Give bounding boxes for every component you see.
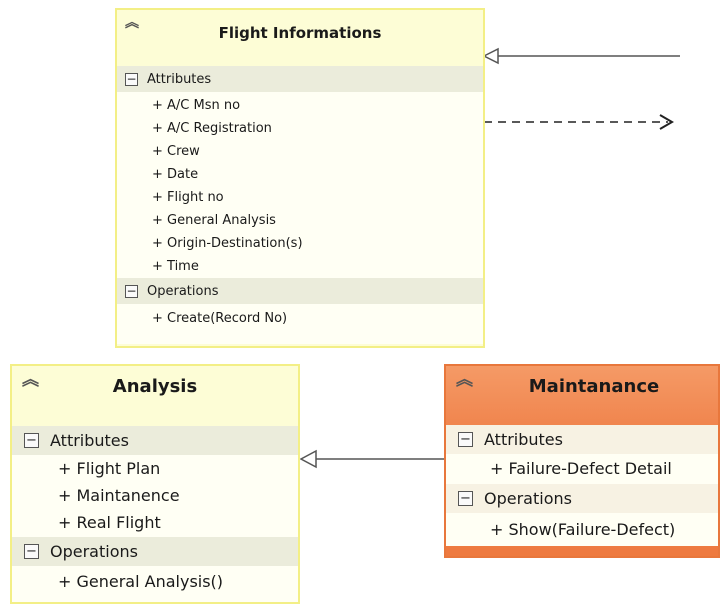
operations-list: + Create(Record No) (117, 304, 483, 344)
collapse-minus-icon[interactable]: − (24, 544, 39, 559)
attribute-item[interactable]: + A/C Registration (117, 117, 483, 140)
flight-generalization-arrowhead (482, 47, 499, 65)
operations-compartment[interactable]: − Operations (117, 278, 483, 304)
collapse-minus-icon[interactable]: − (125, 284, 138, 298)
attribute-item[interactable]: + General Analysis (117, 209, 483, 232)
collapse-minus-icon[interactable]: − (458, 432, 473, 447)
attribute-item[interactable]: + Maintanence (12, 482, 298, 509)
operations-label: Operations (147, 283, 219, 299)
operations-compartment[interactable]: − Operations (446, 484, 718, 513)
attributes-label: Attributes (147, 71, 212, 87)
attributes-list: + Flight Plan + Maintanence + Real Fligh… (12, 455, 298, 537)
operations-compartment[interactable]: − Operations (12, 537, 298, 566)
operation-item[interactable]: + Show(Failure-Defect) (446, 513, 718, 546)
attribute-item[interactable]: + Time (117, 255, 483, 278)
attribute-item[interactable]: + Failure-Defect Detail (446, 454, 718, 484)
attributes-compartment[interactable]: − Attributes (12, 426, 298, 455)
operation-item[interactable]: + General Analysis() (12, 566, 298, 598)
collapse-minus-icon[interactable]: − (458, 491, 473, 506)
operations-label: Operations (484, 489, 572, 508)
maintanance-class[interactable]: ︽ Maintanance − Attributes + Failure-Def… (444, 364, 720, 558)
attribute-item[interactable]: + Crew (117, 140, 483, 163)
attribute-item[interactable]: + Real Flight (12, 509, 298, 536)
flight-informations-class[interactable]: ︽ Flight Informations − Attributes + A/C… (115, 8, 485, 348)
attributes-label: Attributes (484, 430, 563, 449)
attribute-item[interactable]: + Date (117, 163, 483, 186)
analysis-class[interactable]: ︽ Analysis − Attributes + Flight Plan + … (10, 364, 300, 604)
collapse-minus-icon[interactable]: − (24, 433, 39, 448)
operations-list: + Show(Failure-Defect) (446, 513, 718, 546)
operations-list: + General Analysis() (12, 566, 298, 602)
operation-item[interactable]: + Create(Record No) (117, 304, 483, 334)
attribute-item[interactable]: + Origin-Destination(s) (117, 232, 483, 255)
attributes-compartment[interactable]: − Attributes (446, 425, 718, 454)
operations-label: Operations (50, 542, 138, 561)
collapse-minus-icon[interactable]: − (125, 72, 138, 86)
attribute-item[interactable]: + A/C Msn no (117, 94, 483, 117)
attribute-item[interactable]: + Flight no (117, 186, 483, 209)
attributes-label: Attributes (50, 431, 129, 450)
attributes-compartment[interactable]: − Attributes (117, 66, 483, 92)
attribute-item[interactable]: + Flight Plan (12, 455, 298, 482)
analysis-generalization-arrowhead (299, 449, 317, 469)
class-title: Maintanance (528, 376, 660, 397)
class-title: Flight Informations (218, 24, 382, 42)
attributes-list: + A/C Msn no + A/C Registration + Crew +… (117, 92, 483, 278)
attributes-list: + Failure-Defect Detail (446, 454, 718, 484)
class-title: Analysis (112, 376, 198, 397)
